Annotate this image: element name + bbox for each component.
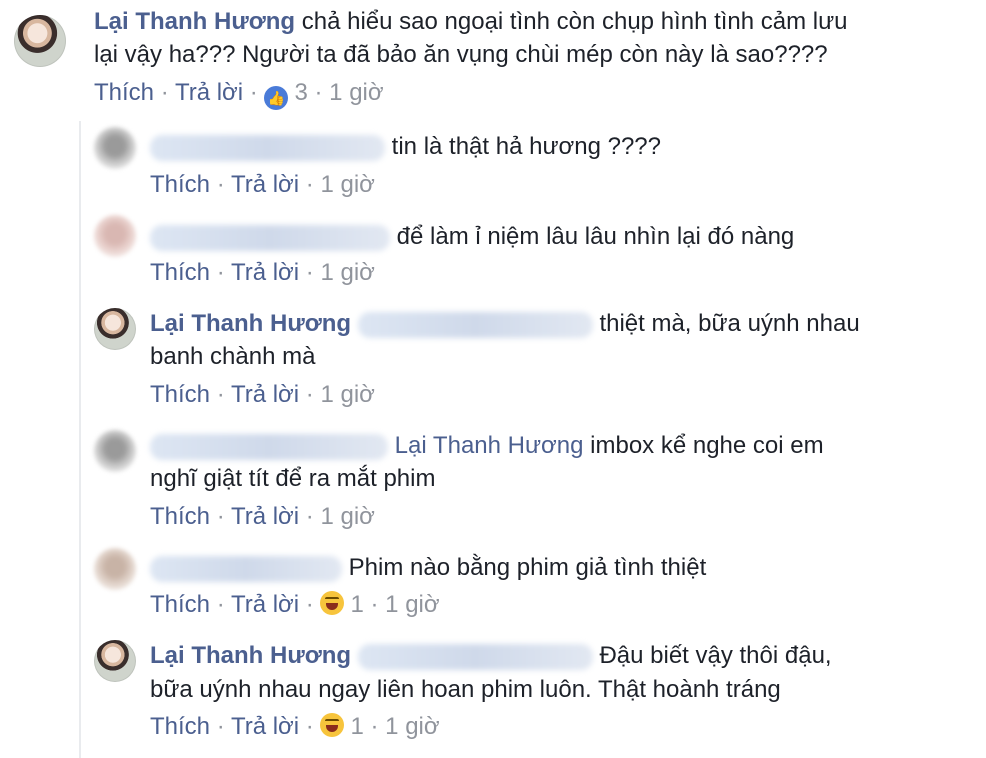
avatar[interactable] xyxy=(94,430,136,472)
reply-author[interactable]: Lại Thanh Hương xyxy=(150,642,351,669)
reply-link[interactable]: Trả lời xyxy=(231,171,299,198)
separator: · xyxy=(305,503,314,530)
reply-link[interactable]: Trả lời xyxy=(231,503,299,530)
avatar[interactable] xyxy=(94,640,136,682)
reply-3-line2: banh chành mà xyxy=(150,343,316,370)
avatar[interactable] xyxy=(94,308,136,350)
reply-text: Đậu biết vậy thôi đậu, xyxy=(599,642,832,669)
reply-1-actions: Thích · Trả lời · 1 giờ xyxy=(150,170,375,200)
reaction-count[interactable]: 3 xyxy=(294,79,307,106)
separator: · xyxy=(216,591,225,618)
like-link[interactable]: Thích xyxy=(150,381,210,408)
comment-main-line2: lại vậy ha??? Người ta đã bảo ăn vụng ch… xyxy=(94,41,828,68)
blurred-name xyxy=(357,643,593,670)
separator: · xyxy=(370,591,379,618)
reply-1-line: tin là thật hả hương ???? xyxy=(150,130,661,163)
timestamp[interactable]: 1 giờ xyxy=(320,503,374,530)
avatar[interactable] xyxy=(94,127,136,169)
reply-text: Phim nào bằng phim giả tình thiệt xyxy=(348,554,707,581)
comment-main-line1: Lại Thanh Hương chả hiểu sao ngoại tình … xyxy=(94,5,848,38)
comment-main-actions: Thích · Trả lời · 👍 3 · 1 giờ xyxy=(94,78,384,110)
like-link[interactable]: Thích xyxy=(94,79,154,106)
comment-author[interactable]: Lại Thanh Hương xyxy=(94,8,295,35)
separator: · xyxy=(216,503,225,530)
separator: · xyxy=(305,381,314,408)
like-link[interactable]: Thích xyxy=(150,503,210,530)
avatar[interactable] xyxy=(94,215,136,257)
timestamp[interactable]: 1 giờ xyxy=(320,259,374,286)
reply-text: để làm ỉ niệm lâu lâu nhìn lại đó nàng xyxy=(396,223,795,250)
reply-4-actions: Thích · Trả lời · 1 giờ xyxy=(150,502,375,532)
separator: · xyxy=(305,259,314,286)
timestamp[interactable]: 1 giờ xyxy=(329,79,383,106)
like-link[interactable]: Thích xyxy=(150,171,210,198)
reply-5-line: Phim nào bằng phim giả tình thiệt xyxy=(150,551,706,584)
separator: · xyxy=(305,591,314,618)
blurred-name xyxy=(150,555,342,582)
like-link[interactable]: Thích xyxy=(150,713,210,740)
blurred-name xyxy=(150,224,390,251)
reply-2-line: để làm ỉ niệm lâu lâu nhìn lại đó nàng xyxy=(150,220,794,253)
reply-link[interactable]: Trả lời xyxy=(231,713,299,740)
separator: · xyxy=(305,713,314,740)
reply-6-line1: Lại Thanh Hương Đậu biết vậy thôi đậu, xyxy=(150,639,832,672)
timestamp[interactable]: 1 giờ xyxy=(385,713,439,740)
reply-text: tin là thật hả hương ???? xyxy=(391,133,662,160)
reply-link[interactable]: Trả lời xyxy=(231,591,299,618)
reply-link[interactable]: Trả lời xyxy=(231,259,299,286)
reply-link[interactable]: Trả lời xyxy=(175,79,243,106)
reply-thread-line xyxy=(79,121,81,758)
separator: · xyxy=(216,381,225,408)
separator: · xyxy=(216,259,225,286)
separator: · xyxy=(160,79,169,106)
like-link[interactable]: Thích xyxy=(150,259,210,286)
separator: · xyxy=(305,171,314,198)
reply-4-line2: nghĩ giật tít để ra mắt phim xyxy=(150,465,436,492)
reply-6-line2: bữa uýnh nhau ngay liên hoan phim luôn. … xyxy=(150,676,781,703)
reaction-count[interactable]: 1 xyxy=(350,713,363,740)
like-reaction-icon[interactable]: 👍 xyxy=(264,86,289,110)
blurred-name xyxy=(150,433,388,460)
mention-link[interactable]: Lại Thanh Hương xyxy=(395,432,584,459)
reply-5-actions: Thích · Trả lời · 1 · 1 giờ xyxy=(150,590,440,620)
reply-text: thiệt mà, bữa uýnh nhau xyxy=(599,310,860,337)
avatar[interactable] xyxy=(94,548,136,590)
reply-text: imbox kể nghe coi em xyxy=(590,432,824,459)
reply-4-line1: Lại Thanh Hương imbox kể nghe coi em xyxy=(150,429,824,462)
avatar[interactable] xyxy=(14,15,66,67)
reply-3-line1: Lại Thanh Hương thiệt mà, bữa uýnh nhau xyxy=(150,307,860,340)
haha-reaction-icon[interactable] xyxy=(320,713,345,737)
timestamp[interactable]: 1 giờ xyxy=(320,381,374,408)
reply-link[interactable]: Trả lời xyxy=(231,381,299,408)
separator: · xyxy=(216,171,225,198)
blurred-name xyxy=(357,311,593,338)
reply-3-actions: Thích · Trả lời · 1 giờ xyxy=(150,380,375,410)
separator: · xyxy=(249,79,258,106)
separator: · xyxy=(216,713,225,740)
comment-text: chả hiểu sao ngoại tình còn chụp hình tì… xyxy=(301,8,848,35)
separator: · xyxy=(314,79,323,106)
haha-reaction-icon[interactable] xyxy=(320,591,345,615)
reply-author[interactable]: Lại Thanh Hương xyxy=(150,310,351,337)
reply-2-actions: Thích · Trả lời · 1 giờ xyxy=(150,258,375,288)
separator: · xyxy=(370,713,379,740)
reaction-count[interactable]: 1 xyxy=(350,591,363,618)
like-link[interactable]: Thích xyxy=(150,591,210,618)
timestamp[interactable]: 1 giờ xyxy=(320,171,374,198)
reply-6-actions: Thích · Trả lời · 1 · 1 giờ xyxy=(150,712,440,742)
blurred-name xyxy=(150,134,385,161)
timestamp[interactable]: 1 giờ xyxy=(385,591,439,618)
